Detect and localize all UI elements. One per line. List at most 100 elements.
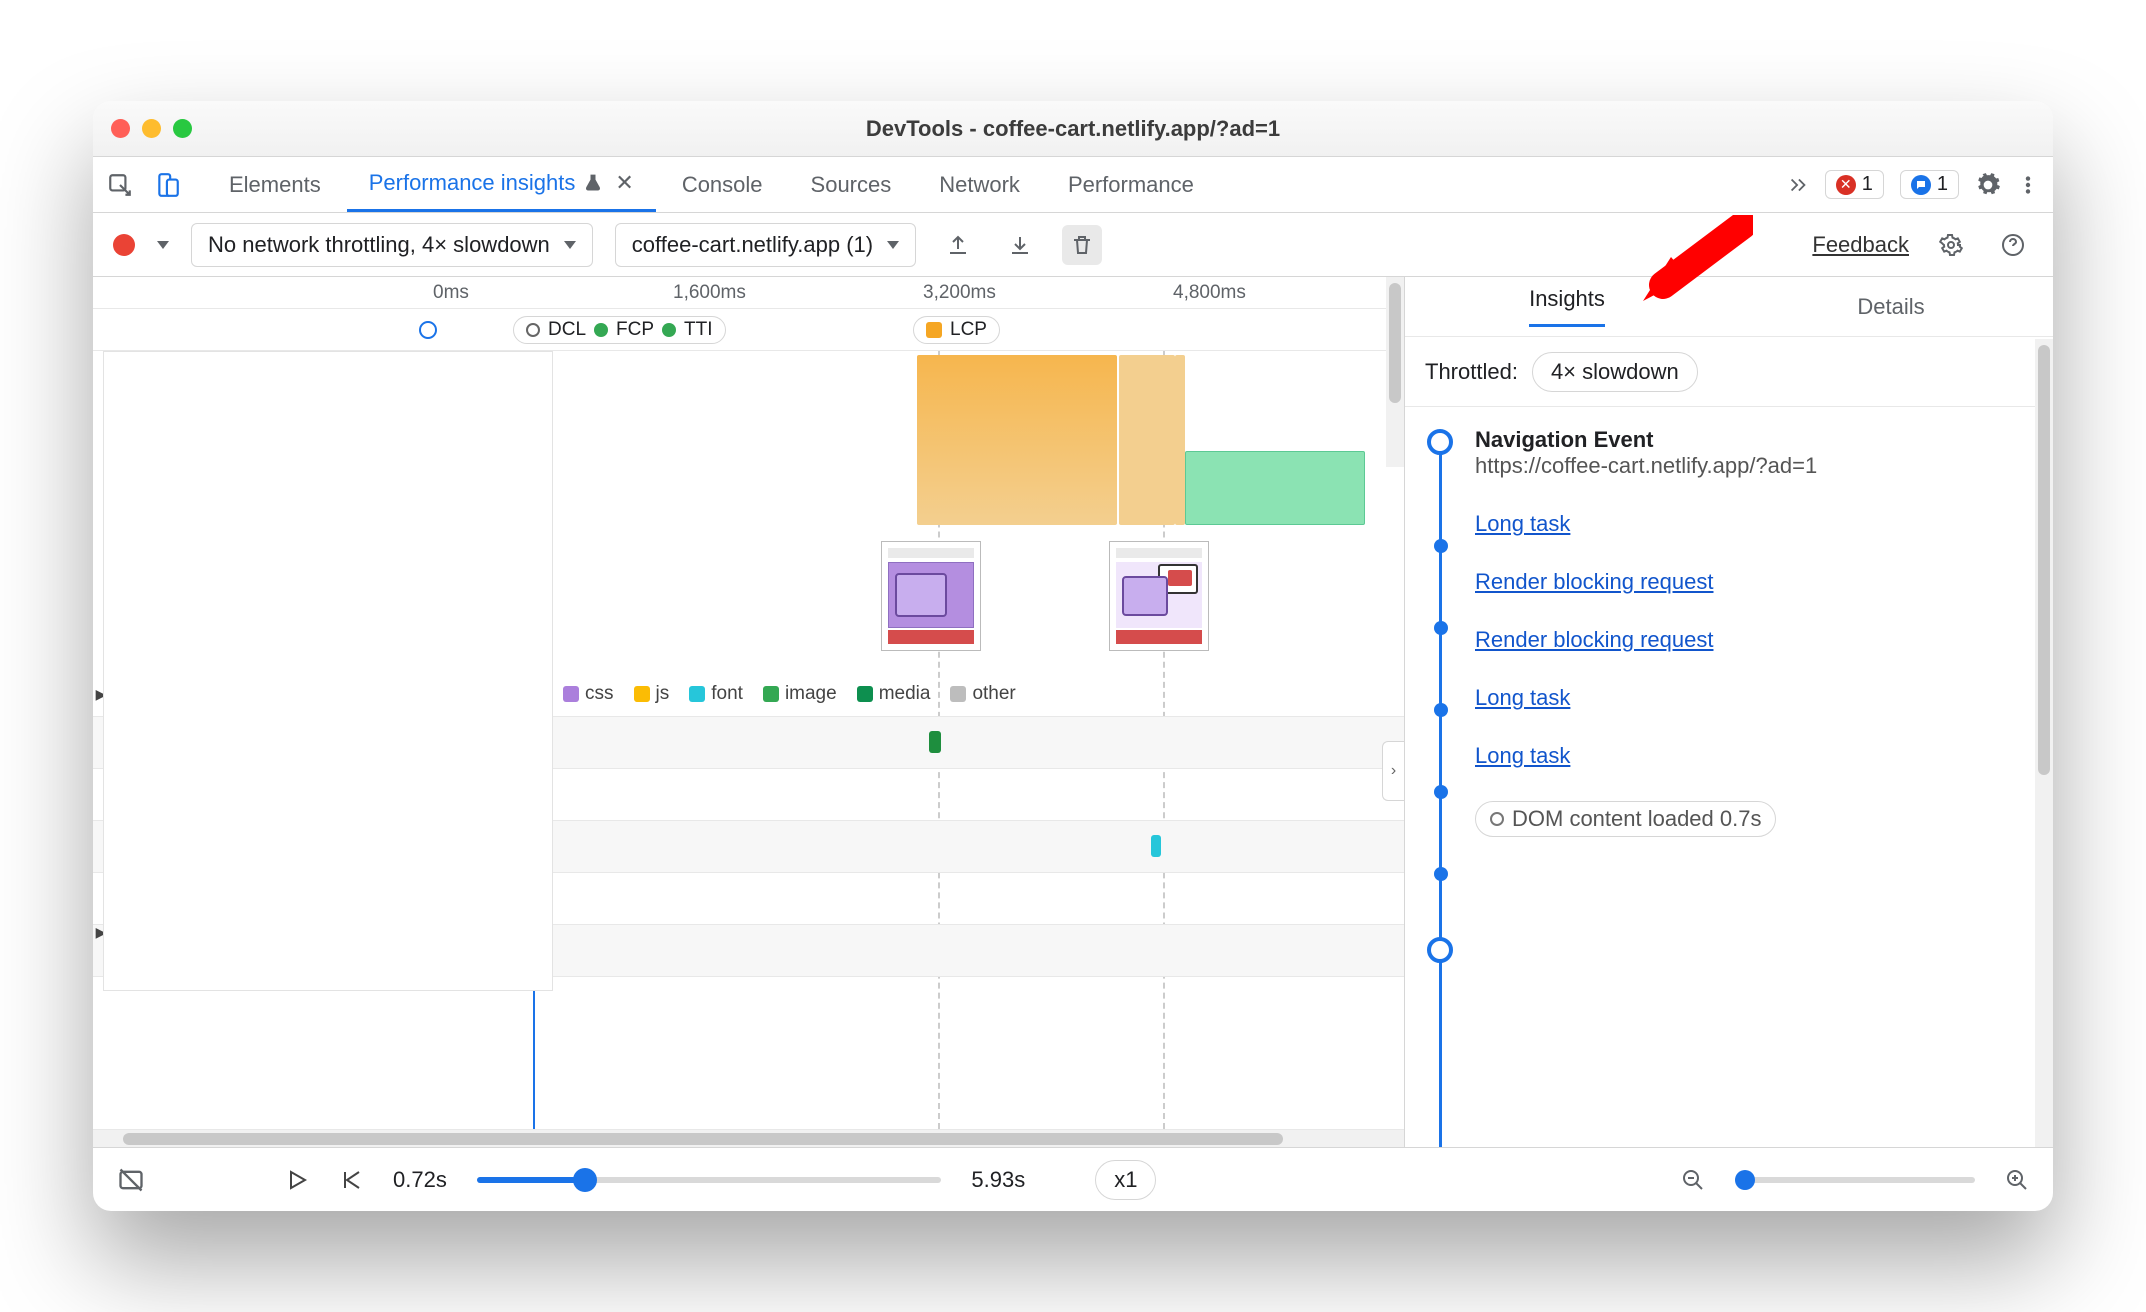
rewind-button[interactable] xyxy=(339,1168,363,1192)
timeline-panel: 0ms 1,600ms 3,200ms 4,800ms DCL FCP TTI xyxy=(93,277,1405,1147)
window-titlebar: DevTools - coffee-cart.netlify.app/?ad=1 xyxy=(93,101,2053,157)
window-title: DevTools - coffee-cart.netlify.app/?ad=1 xyxy=(93,116,2053,142)
filmstrip-frame[interactable] xyxy=(881,541,981,651)
other-swatch-icon xyxy=(950,686,966,702)
event-navigation[interactable]: Navigation Event https://coffee-cart.net… xyxy=(1475,427,2033,479)
insights-panel: Insights Details Throttled: 4× slowdown xyxy=(1405,277,2053,1147)
feedback-link[interactable]: Feedback xyxy=(1812,232,1909,258)
event-title: Navigation Event xyxy=(1475,427,2033,453)
chevron-down-icon xyxy=(564,241,576,249)
rail-dot-icon xyxy=(1434,621,1448,635)
tab-elements[interactable]: Elements xyxy=(207,157,343,212)
zoom-out-icon[interactable] xyxy=(1681,1168,1705,1192)
play-button[interactable] xyxy=(285,1168,309,1192)
export-button[interactable] xyxy=(938,225,978,265)
recording-select[interactable]: coffee-cart.netlify.app (1) xyxy=(615,223,916,267)
nav-marker-icon xyxy=(419,321,437,339)
error-icon: ✕ xyxy=(1836,175,1856,195)
overview-block xyxy=(1185,451,1365,525)
device-toolbar-icon[interactable] xyxy=(155,172,181,198)
events-list: Navigation Event https://coffee-cart.net… xyxy=(1405,407,2053,1147)
errors-badge[interactable]: ✕ 1 xyxy=(1825,170,1884,199)
help-icon[interactable] xyxy=(1993,225,2033,265)
event-dcl[interactable]: DOM content loaded 0.7s xyxy=(1475,801,2033,837)
settings-icon[interactable] xyxy=(1975,172,2001,198)
tab-performance-insights[interactable]: Performance insights ✕ xyxy=(347,157,656,212)
record-button[interactable] xyxy=(113,234,135,256)
rail-end-icon xyxy=(1427,937,1453,963)
event-long-task[interactable]: Long task xyxy=(1475,685,2033,711)
timeline-body[interactable]: css js font image media other xyxy=(93,351,1404,1129)
more-tabs-icon[interactable] xyxy=(1787,174,1809,196)
messages-badge[interactable]: 1 xyxy=(1900,170,1959,199)
window-zoom-button[interactable] xyxy=(173,119,192,138)
css-swatch-icon xyxy=(563,686,579,702)
tab-insights[interactable]: Insights xyxy=(1405,277,1729,336)
tab-network[interactable]: Network xyxy=(917,157,1042,212)
tab-console[interactable]: Console xyxy=(660,157,785,212)
image-swatch-icon xyxy=(763,686,779,702)
tick-label: 0ms xyxy=(433,282,469,304)
window-close-button[interactable] xyxy=(111,119,130,138)
event-render-blocking[interactable]: Render blocking request xyxy=(1475,627,2033,653)
event-rail xyxy=(1427,427,1453,1147)
kebab-menu-icon[interactable] xyxy=(2017,174,2039,196)
event-long-task[interactable]: Long task xyxy=(1475,743,2033,769)
filmstrip-frame[interactable] xyxy=(1109,541,1209,651)
font-swatch-icon xyxy=(689,686,705,702)
insights-tabs: Insights Details xyxy=(1405,277,2053,337)
rail-dot-icon xyxy=(1434,703,1448,717)
resource-chip[interactable] xyxy=(1151,835,1161,857)
horizontal-scrollbar[interactable] xyxy=(93,1129,1404,1147)
js-swatch-icon xyxy=(634,686,650,702)
tick-label: 4,800ms xyxy=(1173,282,1246,304)
panel-settings-icon[interactable] xyxy=(1931,225,1971,265)
event-long-task[interactable]: Long task xyxy=(1475,511,2033,537)
rail-dot-icon xyxy=(1434,867,1448,881)
total-time: 5.93s xyxy=(971,1167,1025,1193)
inspect-element-icon[interactable] xyxy=(107,172,133,198)
tick-label: 3,200ms xyxy=(923,282,996,304)
fcp-marker-icon xyxy=(594,323,608,337)
event-render-blocking[interactable]: Render blocking request xyxy=(1475,569,2033,595)
throttle-chip[interactable]: 4× slowdown xyxy=(1532,352,1698,392)
vertical-scrollbar[interactable] xyxy=(2035,339,2053,1147)
rail-start-icon xyxy=(1427,429,1453,455)
throttling-select[interactable]: No network throttling, 4× slowdown xyxy=(191,223,593,267)
tab-performance[interactable]: Performance xyxy=(1046,157,1216,212)
delete-button[interactable] xyxy=(1062,225,1102,265)
window-traffic-lights xyxy=(111,119,192,138)
main-content: 0ms 1,600ms 3,200ms 4,800ms DCL FCP TTI xyxy=(93,277,2053,1147)
devtools-tabbar: Elements Performance insights ✕ Console … xyxy=(93,157,2053,213)
window-minimize-button[interactable] xyxy=(142,119,161,138)
marker-pill[interactable]: DCL FCP TTI xyxy=(513,316,726,344)
lcp-marker-pill[interactable]: LCP xyxy=(913,316,1000,344)
timeline-ruler[interactable]: 0ms 1,600ms 3,200ms 4,800ms xyxy=(93,277,1404,309)
throttled-label: Throttled: xyxy=(1425,359,1518,385)
tab-sources[interactable]: Sources xyxy=(789,157,914,212)
close-tab-icon[interactable]: ✕ xyxy=(615,170,633,196)
message-icon xyxy=(1911,175,1931,195)
import-button[interactable] xyxy=(1000,225,1040,265)
zoom-in-icon[interactable] xyxy=(2005,1168,2029,1192)
overview-block xyxy=(1175,355,1185,525)
record-options-chevron-icon[interactable] xyxy=(157,241,169,249)
speed-chip[interactable]: x1 xyxy=(1095,1160,1156,1200)
throttle-row: Throttled: 4× slowdown xyxy=(1405,337,2053,407)
media-swatch-icon xyxy=(857,686,873,702)
zoom-slider[interactable] xyxy=(1735,1177,1975,1183)
rail-dot-icon xyxy=(1434,785,1448,799)
rail-dot-icon xyxy=(1434,539,1448,553)
tab-details[interactable]: Details xyxy=(1729,277,2053,336)
devtools-window: DevTools - coffee-cart.netlify.app/?ad=1… xyxy=(93,101,2053,1211)
dcl-marker-icon xyxy=(526,323,540,337)
playback-bar: 0.72s 5.93s x1 xyxy=(93,1147,2053,1211)
overview-block xyxy=(1119,355,1175,525)
tti-marker-icon xyxy=(662,323,676,337)
seek-slider[interactable] xyxy=(477,1177,942,1183)
current-time: 0.72s xyxy=(393,1167,447,1193)
disable-screenshots-icon[interactable] xyxy=(117,1166,145,1194)
panel-collapse-toggle[interactable]: › xyxy=(1382,741,1404,801)
resource-chip[interactable] xyxy=(929,731,941,753)
insights-toolbar: No network throttling, 4× slowdown coffe… xyxy=(93,213,2053,277)
